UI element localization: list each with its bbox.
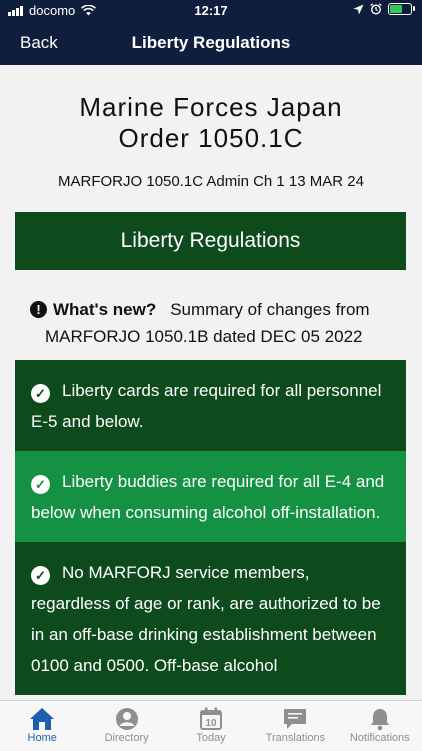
- tab-label: Notifications: [349, 732, 410, 744]
- battery-icon: [388, 3, 415, 15]
- person-icon: [115, 706, 139, 732]
- check-circle-icon: ✓: [31, 384, 50, 403]
- list-item: ✓ Liberty buddies are required for all E-…: [15, 451, 406, 542]
- list-item-text: Liberty buddies are required for all E-4…: [31, 472, 385, 522]
- list-item: ✓ Liberty cards are required for all pers…: [15, 360, 406, 451]
- bell-icon: [369, 706, 391, 732]
- changes-list: ✓ Liberty cards are required for all pers…: [15, 360, 406, 695]
- tab-label: Translations: [265, 732, 326, 744]
- list-item-text: No MARFORJ service members, regardless o…: [31, 563, 381, 675]
- tab-notifications[interactable]: Notifications: [338, 701, 422, 751]
- page-title: Marine Forces Japan Order 1050.1C: [0, 92, 422, 154]
- tab-bar: Home Directory 10 Today Translations Not…: [0, 700, 422, 751]
- title-line-1: Marine Forces Japan: [79, 92, 343, 122]
- section-banner: Liberty Regulations: [15, 212, 406, 270]
- main-content[interactable]: Marine Forces Japan Order 1050.1C MARFOR…: [0, 65, 422, 700]
- tab-translations[interactable]: Translations: [253, 701, 337, 751]
- tab-today[interactable]: 10 Today: [169, 701, 253, 751]
- check-circle-icon: ✓: [31, 475, 50, 494]
- alarm-icon: [370, 3, 382, 15]
- check-circle-icon: ✓: [31, 566, 50, 585]
- order-subtitle: MARFORJO 1050.1C Admin Ch 1 13 MAR 24: [58, 173, 364, 190]
- list-item-text: Liberty cards are required for all perso…: [31, 381, 382, 431]
- tab-directory[interactable]: Directory: [84, 701, 168, 751]
- tab-label: Today: [196, 732, 226, 744]
- chat-bubble-icon: [282, 706, 308, 732]
- top-bar: docomo 12:17 Back Liberty Regulations: [0, 0, 422, 65]
- calendar-date: 10: [205, 718, 217, 729]
- location-icon: [353, 4, 364, 14]
- tab-home[interactable]: Home: [0, 701, 84, 751]
- status-bar: docomo 12:17: [0, 0, 422, 22]
- whats-new-line-2: MARFORJO 1050.1B dated DEC 05 2022: [45, 327, 363, 346]
- list-item: ✓ No MARFORJ service members, regardless …: [15, 542, 406, 695]
- whats-new-section: ! What's new? Summary of changes from MA…: [30, 296, 400, 350]
- banner-label: Liberty Regulations: [120, 229, 301, 252]
- whats-new-label: What's new?: [53, 300, 157, 319]
- nav-title: Liberty Regulations: [131, 33, 291, 52]
- tab-label: Home: [27, 732, 57, 744]
- home-icon: [29, 706, 55, 732]
- whats-new-line-1: Summary of changes from: [170, 300, 370, 319]
- tab-label: Directory: [104, 732, 149, 744]
- calendar-icon: 10: [199, 706, 223, 732]
- title-line-2: Order 1050.1C: [118, 123, 304, 153]
- nav-bar: Back Liberty Regulations: [0, 22, 422, 65]
- exclamation-icon: !: [30, 301, 47, 318]
